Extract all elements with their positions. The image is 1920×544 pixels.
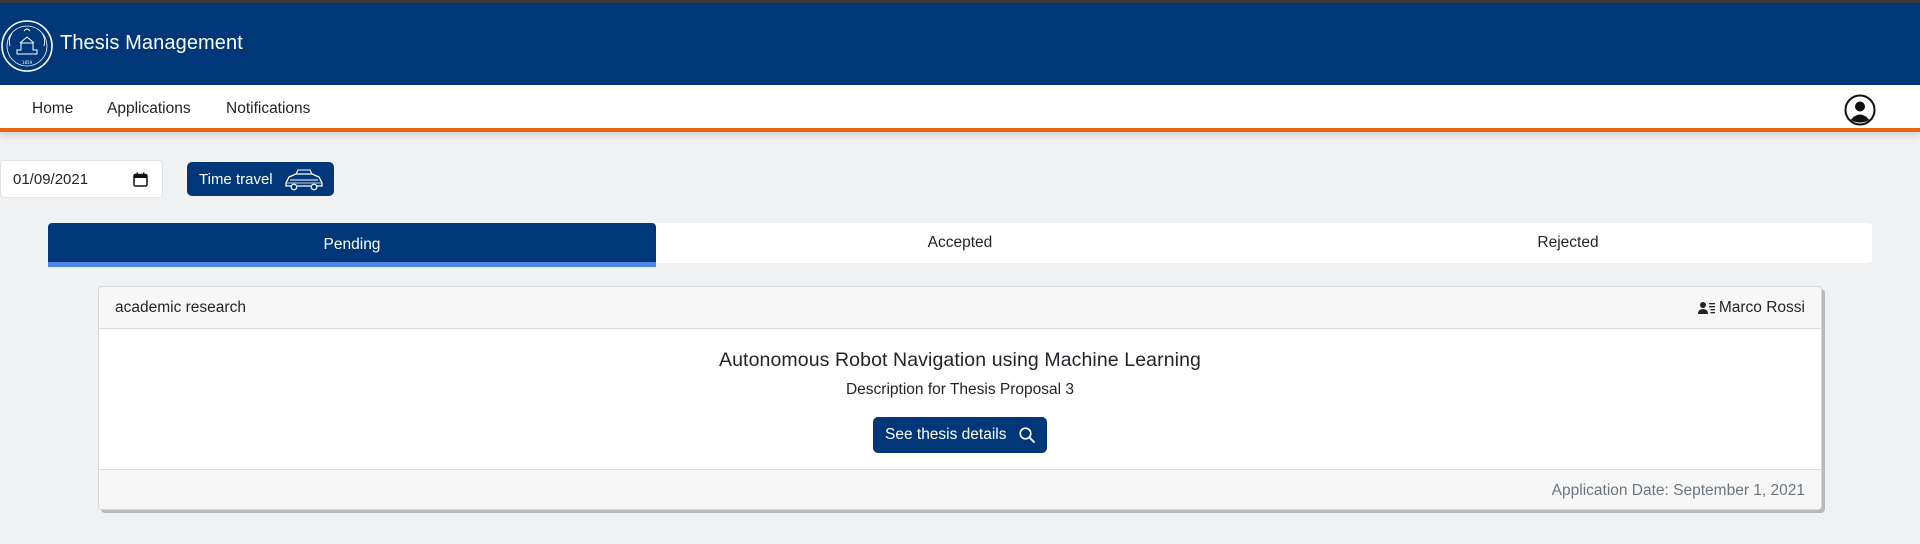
application-card: academic research Marco Rossi Autonomous… <box>98 286 1822 510</box>
thesis-type: academic research <box>115 299 246 316</box>
card-footer: Application Date: September 1, 2021 <box>99 469 1821 509</box>
nav-notifications-link[interactable]: Notifications <box>226 100 310 118</box>
svg-text:1859: 1859 <box>22 60 33 65</box>
search-icon <box>1019 427 1035 443</box>
supervisor-info: Marco Rossi <box>1697 299 1805 317</box>
date-value: 01/09/2021 <box>13 170 89 188</box>
university-seal-icon: 1859 <box>1 20 53 72</box>
brand-bar: 1859 Thesis Management <box>0 3 1920 85</box>
user-circle-icon[interactable] <box>1844 94 1876 126</box>
thesis-title: Autonomous Robot Navigation using Machin… <box>719 349 1201 371</box>
tab-pending[interactable]: Pending <box>48 223 656 267</box>
card-body: Autonomous Robot Navigation using Machin… <box>99 329 1821 469</box>
nav-applications-link[interactable]: Applications <box>107 100 191 118</box>
calendar-icon[interactable] <box>133 172 148 187</box>
tab-accepted[interactable]: Accepted <box>656 223 1264 263</box>
person-lines-icon <box>1697 302 1715 314</box>
delorean-car-icon <box>285 169 323 191</box>
nav-home-link[interactable]: Home <box>32 100 73 118</box>
time-travel-button[interactable]: Time travel <box>187 162 334 196</box>
time-travel-label: Time travel <box>199 170 273 188</box>
details-button-label: See thesis details <box>885 426 1007 443</box>
main-navbar: Home Applications Notifications <box>0 85 1920 132</box>
tab-rejected[interactable]: Rejected <box>1264 223 1872 263</box>
supervisor-name: Marco Rossi <box>1718 299 1805 316</box>
card-header: academic research Marco Rossi <box>99 287 1821 329</box>
application-status-tabs: Pending Accepted Rejected <box>48 223 1872 267</box>
thesis-description: Description for Thesis Proposal 3 <box>845 381 1074 398</box>
app-title: Thesis Management <box>60 32 243 54</box>
application-date: Application Date: September 1, 2021 <box>1551 482 1805 499</box>
see-thesis-details-button[interactable]: See thesis details <box>873 417 1047 453</box>
time-travel-date-input[interactable]: 01/09/2021 <box>0 160 163 198</box>
